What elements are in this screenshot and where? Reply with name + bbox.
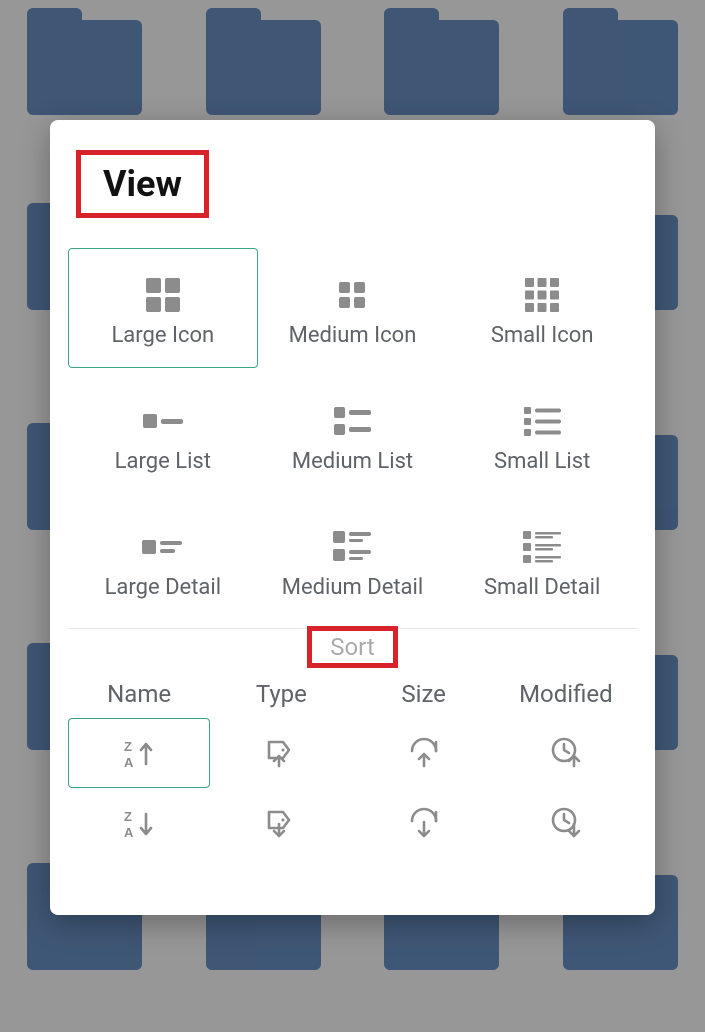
detail-rows-3-icon — [519, 521, 565, 573]
view-option-label: Medium List — [292, 449, 413, 474]
tag-desc-icon — [263, 806, 299, 840]
sort-type-desc[interactable] — [210, 788, 352, 858]
sort-column-labels: Name Type Size Modified — [68, 680, 637, 708]
size-desc-icon — [406, 806, 442, 840]
sort-size-asc[interactable] — [353, 718, 495, 788]
svg-text:Z: Z — [124, 739, 132, 754]
grid-4-small-icon — [331, 269, 373, 321]
alpha-desc-icon: Z A — [120, 806, 158, 840]
svg-text:A: A — [124, 825, 134, 840]
view-option-large-icon[interactable]: Large Icon — [68, 248, 258, 368]
view-option-label: Small List — [494, 449, 590, 474]
sort-name-desc[interactable]: Z A — [68, 788, 210, 858]
tag-asc-icon — [263, 736, 299, 770]
view-option-label: Large List — [115, 449, 211, 474]
time-asc-icon — [548, 736, 584, 770]
sort-section-header: Sort — [68, 628, 637, 664]
grid-9-icon — [521, 269, 563, 321]
view-option-small-detail[interactable]: Small Detail — [447, 500, 637, 620]
view-options-grid: Large Icon Medium Icon Small Icon — [68, 248, 637, 620]
svg-text:A: A — [124, 755, 134, 770]
dialog-title: View — [76, 150, 209, 218]
detail-rows-2-icon — [329, 521, 375, 573]
alpha-asc-icon: Z A — [120, 736, 158, 770]
sort-title: Sort — [307, 626, 398, 668]
grid-4-icon — [142, 269, 184, 321]
view-option-label: Large Icon — [111, 323, 214, 348]
list-row-large-icon — [141, 395, 185, 447]
sort-name-asc[interactable]: Z A — [68, 718, 210, 788]
view-option-large-list[interactable]: Large List — [68, 374, 258, 494]
sort-modified-desc[interactable] — [495, 788, 637, 858]
view-option-medium-list[interactable]: Medium List — [258, 374, 448, 494]
view-option-label: Medium Detail — [282, 575, 423, 600]
view-option-label: Large Detail — [105, 575, 222, 600]
sort-col-name: Name — [68, 680, 210, 708]
list-rows-2-icon — [330, 395, 374, 447]
view-option-small-icon[interactable]: Small Icon — [447, 248, 637, 368]
view-option-label: Medium Icon — [289, 323, 417, 348]
sort-options-grid: Z A — [68, 718, 637, 858]
view-option-label: Small Icon — [491, 323, 594, 348]
detail-row-large-icon — [140, 521, 186, 573]
view-option-large-detail[interactable]: Large Detail — [68, 500, 258, 620]
svg-text:Z: Z — [124, 809, 132, 824]
view-option-medium-icon[interactable]: Medium Icon — [258, 248, 448, 368]
size-asc-icon — [406, 736, 442, 770]
sort-col-size: Size — [353, 680, 495, 708]
sort-col-modified: Modified — [495, 680, 637, 708]
sort-modified-asc[interactable] — [495, 718, 637, 788]
view-option-label: Small Detail — [484, 575, 600, 600]
sort-type-asc[interactable] — [210, 718, 352, 788]
time-desc-icon — [548, 806, 584, 840]
sort-col-type: Type — [210, 680, 352, 708]
view-option-small-list[interactable]: Small List — [447, 374, 637, 494]
view-sort-dialog: View Large Icon Medium Icon — [50, 120, 655, 915]
view-option-medium-detail[interactable]: Medium Detail — [258, 500, 448, 620]
sort-size-desc[interactable] — [353, 788, 495, 858]
list-rows-3-icon — [520, 395, 564, 447]
